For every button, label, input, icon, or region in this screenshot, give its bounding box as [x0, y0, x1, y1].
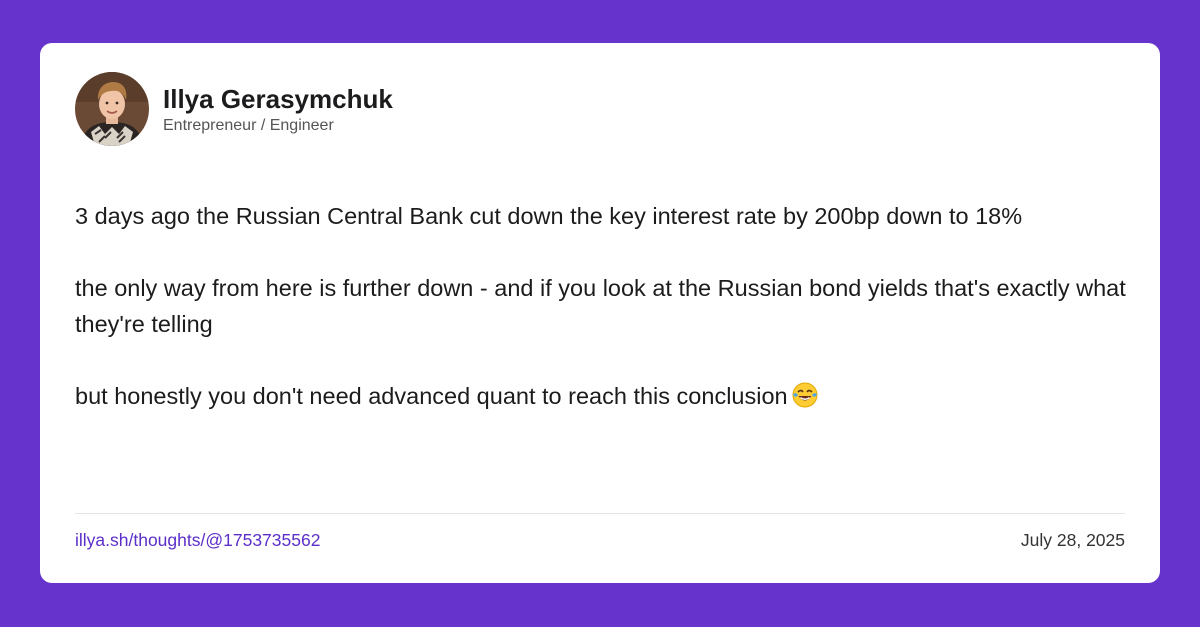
post-paragraph: 3 days ago the Russian Central Bank cut …: [75, 203, 1023, 229]
permalink-link[interactable]: illya.sh/thoughts/@1753735562: [75, 530, 320, 551]
post-paragraph: but honestly you don't need advanced qua…: [75, 378, 1135, 418]
face-with-tears-of-joy-icon: [792, 382, 818, 418]
avatar[interactable]: [75, 72, 149, 146]
post-body: 3 days ago the Russian Central Bank cut …: [75, 198, 1135, 454]
post-paragraph: the only way from here is further down -…: [75, 275, 1126, 337]
post-paragraph-text: but honestly you don't need advanced qua…: [75, 383, 788, 409]
avatar-photo-icon: [75, 72, 149, 146]
author-name[interactable]: Illya Gerasymchuk: [163, 84, 393, 115]
footer-divider: [75, 513, 1125, 514]
post-date: July 28, 2025: [1020, 530, 1125, 550]
author-role: Entrepreneur / Engineer: [163, 117, 334, 134]
post-card: Illya Gerasymchuk Entrepreneur / Enginee…: [40, 43, 1160, 583]
